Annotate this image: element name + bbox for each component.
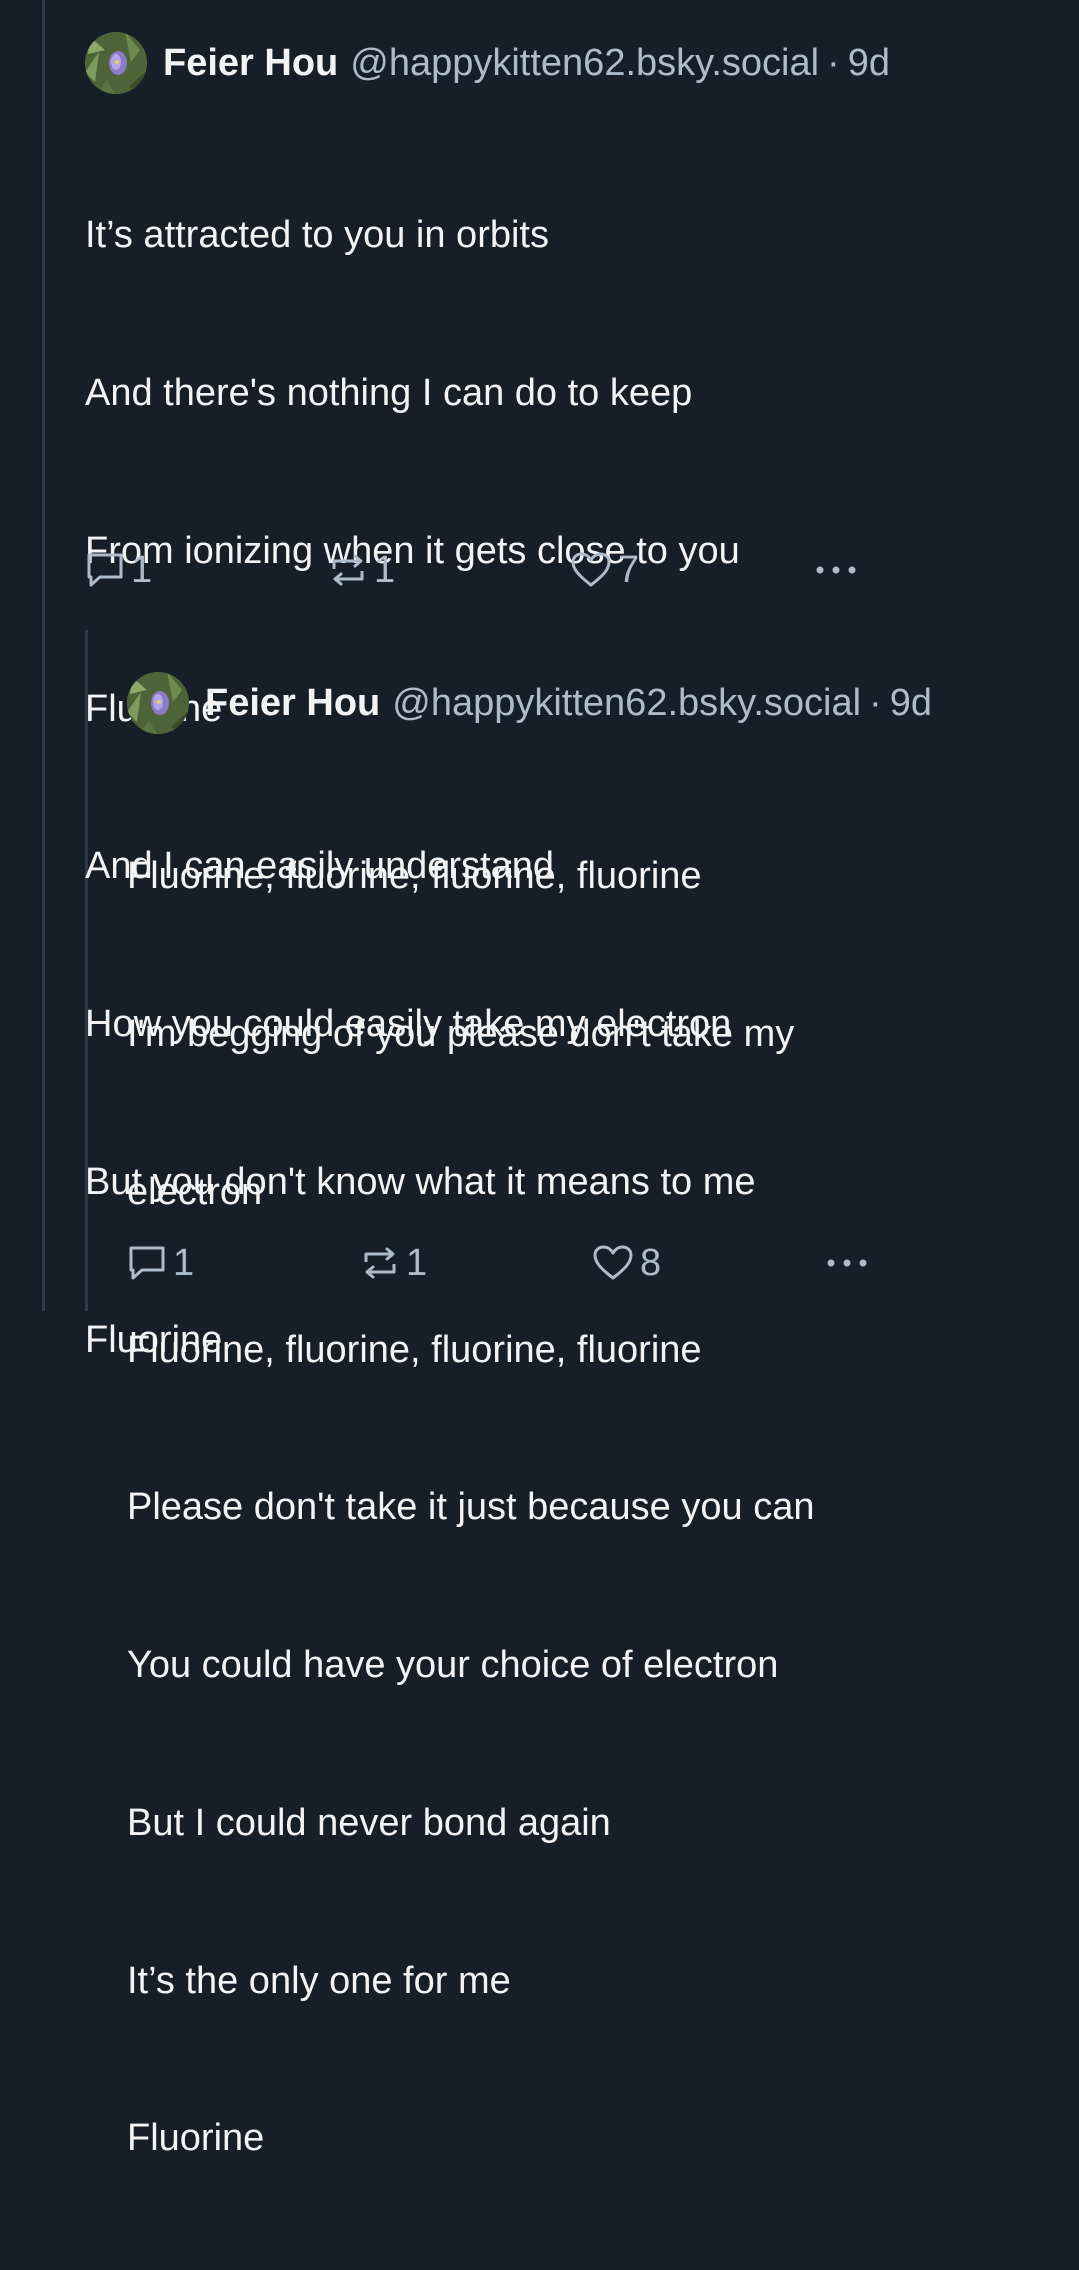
author-name[interactable]: Feier Hou	[163, 44, 338, 82]
text-line: You could have your choice of electron	[127, 1644, 779, 1687]
text-line: electron	[127, 1170, 263, 1213]
heart-outline-icon	[571, 552, 611, 587]
repost-arrows-icon	[364, 1247, 396, 1279]
repost-button[interactable]: 1	[360, 1244, 427, 1282]
text-line: I'm begging of you please don't take my	[127, 1012, 795, 1055]
avatar[interactable]	[127, 672, 189, 734]
author-handle[interactable]: @happykitten62.bsky.social	[350, 44, 819, 82]
post-text: Fluorine, fluorine, fluorine, fluorine I…	[127, 745, 814, 2270]
ellipsis-icon	[827, 1259, 867, 1267]
more-options-button[interactable]	[812, 560, 860, 585]
speech-bubble-icon	[129, 1246, 165, 1280]
repost-arrows-icon	[332, 554, 364, 586]
heart-outline-icon	[593, 1245, 633, 1280]
avatar-flower-image	[127, 672, 189, 734]
text-line: From ionizing when it gets close to you	[85, 529, 740, 572]
ellipsis-icon	[816, 566, 856, 574]
thread-line-outer	[42, 0, 45, 1311]
author-handle[interactable]: @happykitten62.bsky.social	[392, 684, 861, 722]
speech-bubble-icon	[87, 553, 123, 587]
text-line: It’s attracted to you in orbits	[85, 214, 549, 257]
post-age[interactable]: 9d	[890, 684, 932, 722]
separator-dot: ·	[827, 42, 840, 84]
repost-button[interactable]: 1	[328, 551, 395, 589]
text-line: Fluorine	[127, 2117, 265, 2160]
repost-count: 1	[374, 549, 396, 591]
like-button[interactable]: 8	[592, 1244, 661, 1282]
post-header: Feier Hou @happykitten62.bsky.social · 9…	[205, 684, 932, 722]
text-line: Fluorine, fluorine, fluorine, fluorine	[127, 855, 702, 898]
reply-count: 1	[173, 1242, 195, 1284]
avatar[interactable]	[85, 32, 147, 94]
like-button[interactable]: 7	[570, 551, 639, 589]
reply-button[interactable]: 1	[85, 551, 152, 589]
more-options-button[interactable]	[823, 1253, 871, 1278]
like-count: 7	[618, 549, 640, 591]
author-name[interactable]: Feier Hou	[205, 684, 380, 722]
separator-dot: ·	[869, 682, 882, 724]
reply-button[interactable]: 1	[127, 1244, 194, 1282]
avatar-flower-image	[85, 32, 147, 94]
reply-count: 1	[131, 549, 153, 591]
post-header: Feier Hou @happykitten62.bsky.social · 9…	[163, 44, 890, 82]
text-line: It’s the only one for me	[127, 1959, 511, 2002]
text-line: And there's nothing I can do to keep	[85, 371, 693, 414]
text-line: Please don't take it just because you ca…	[127, 1486, 815, 1529]
post-age[interactable]: 9d	[848, 44, 890, 82]
text-line: But I could never bond again	[127, 1801, 611, 1844]
text-line: Fluorine, fluorine, fluorine, fluorine	[127, 1328, 702, 1371]
like-count: 8	[640, 1242, 662, 1284]
repost-count: 1	[406, 1242, 428, 1284]
